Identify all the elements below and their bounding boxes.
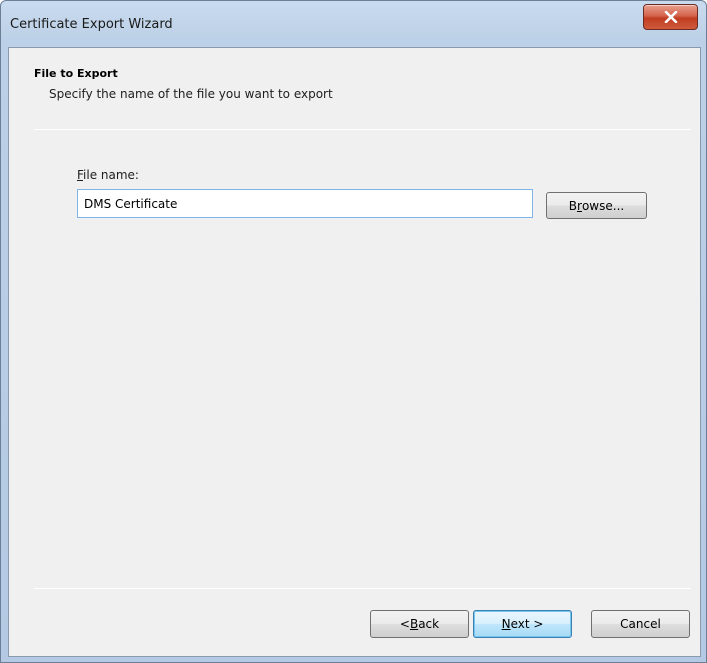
back-button-mnemonic: B	[409, 617, 419, 631]
file-name-label: File name:	[77, 168, 139, 182]
footer-divider	[34, 588, 691, 589]
next-button-post: ext >	[510, 617, 544, 631]
file-name-input[interactable]	[77, 189, 533, 218]
page-title: File to Export	[34, 67, 118, 80]
page-subtitle: Specify the name of the file you want to…	[49, 87, 333, 101]
browse-button[interactable]: Br owse...	[546, 192, 647, 219]
browse-button-pre: B	[568, 198, 578, 213]
back-button-pre: <	[399, 617, 410, 631]
close-button[interactable]	[643, 4, 698, 30]
file-name-label-text: ile name:	[83, 168, 139, 182]
next-button[interactable]: Next >	[473, 610, 572, 638]
wizard-window: Certificate Export Wizard File to Export…	[0, 0, 707, 663]
wizard-client-area: File to Export Specify the name of the f…	[8, 47, 701, 657]
next-button-mnemonic: N	[501, 617, 511, 631]
cancel-button[interactable]: Cancel	[591, 610, 690, 638]
close-icon	[664, 11, 678, 23]
header-divider	[34, 129, 691, 130]
back-button[interactable]: < Back	[370, 610, 469, 638]
browse-button-post: owse...	[581, 198, 625, 213]
window-title: Certificate Export Wizard	[10, 17, 173, 32]
wizard-header: File to Export Specify the name of the f…	[9, 48, 700, 114]
title-bar[interactable]: Certificate Export Wizard	[1, 1, 706, 47]
back-button-post: ack	[418, 617, 440, 631]
